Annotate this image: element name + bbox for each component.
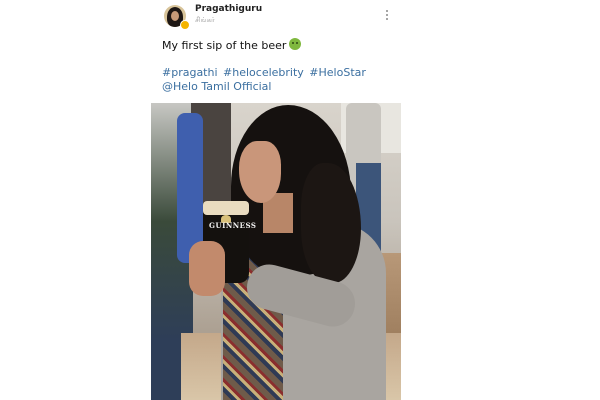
author-subtitle: சிங்கர் bbox=[195, 16, 215, 24]
hashtag-row: #pragathi #helocelebrity #HeloStar bbox=[162, 66, 368, 79]
post-header: Pragathiguru சிங்கர் bbox=[151, 0, 401, 32]
post-caption: My first sip of the beer bbox=[162, 38, 302, 52]
post-photo[interactable]: GUINNESS bbox=[151, 103, 401, 400]
more-vertical-icon[interactable] bbox=[385, 10, 389, 24]
hashtag-link[interactable]: #helocelebrity bbox=[223, 66, 304, 79]
verified-badge-icon bbox=[180, 20, 190, 30]
hashtag-link[interactable]: #HeloStar bbox=[309, 66, 366, 79]
hashtag-link[interactable]: #pragathi bbox=[162, 66, 218, 79]
glass-label: GUINNESS bbox=[209, 221, 257, 230]
post-card: Pragathiguru சிங்கர் My first sip of the… bbox=[151, 0, 401, 400]
mention-link[interactable]: @Helo Tamil Official bbox=[162, 80, 271, 93]
nauseated-face-emoji-icon bbox=[289, 38, 302, 50]
caption-text: My first sip of the beer bbox=[162, 39, 287, 52]
author-username[interactable]: Pragathiguru bbox=[195, 4, 262, 14]
